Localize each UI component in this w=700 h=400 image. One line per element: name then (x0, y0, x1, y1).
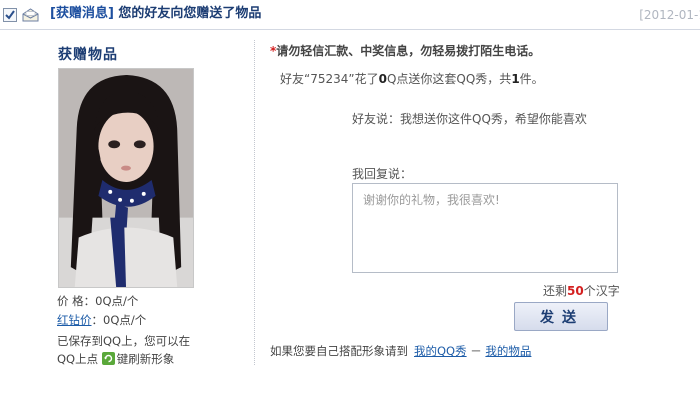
price-label: 价 格： (57, 294, 96, 308)
message-subject-text: 您的好友向您赠送了物品 (118, 6, 262, 21)
price-value: 0Q点/个 (95, 294, 139, 308)
gift-amount: 0 (378, 72, 387, 86)
outfit-hint: 如果您要自己搭配形象请到 我的QQ秀 － 我的物品 (270, 343, 531, 359)
saved-note-prefix: QQ上点 (57, 352, 99, 366)
my-items-link[interactable]: 我的物品 (485, 344, 531, 358)
outfit-hint-text: 如果您要自己搭配形象请到 (270, 344, 408, 358)
check-icon (5, 10, 15, 20)
message-date: [2012-01-1 (639, 8, 700, 22)
my-qq-show-link[interactable]: 我的QQ秀 (414, 344, 467, 358)
refresh-icon[interactable] (101, 352, 115, 365)
security-warning: *请勿轻信汇款、中奖信息，勿轻易拨打陌生电话。 (270, 42, 540, 59)
diamond-price-value: ：0Q点/个 (91, 313, 147, 327)
gift-count: 1 (511, 72, 520, 86)
envelope-icon (22, 8, 39, 22)
counter-prefix: 还剩 (543, 284, 568, 298)
message-subject: [获赠消息] 您的好友向您赠送了物品 (50, 4, 261, 24)
gift-summary-suffix: 件。 (519, 72, 544, 86)
gift-summary-middle: Q点送你这套QQ秀，共 (386, 72, 512, 86)
select-checkbox[interactable] (3, 8, 17, 22)
counter-suffix: 个汉字 (583, 284, 620, 298)
counter-number: 50 (567, 284, 584, 298)
diamond-price-line: 红钻价：0Q点/个 (57, 312, 146, 328)
reply-label: 我回复说： (352, 167, 413, 181)
gift-avatar-image (58, 68, 194, 288)
gift-title: 获赠物品 (58, 47, 118, 63)
saved-note-line1: 已保存到QQ上，您可以在 (57, 334, 191, 348)
reply-input[interactable] (352, 183, 618, 273)
price-line: 价 格：0Q点/个 (57, 293, 138, 309)
link-separator: － (470, 344, 482, 358)
gift-summary: 好友“75234”花了0Q点送你这套QQ秀，共1件。 (280, 70, 544, 87)
char-counter: 还剩50个汉字 (543, 282, 620, 299)
saved-note-suffix: 键刷新形象 (116, 352, 175, 366)
message-tag: [获赠消息] (50, 6, 114, 21)
send-button[interactable]: 发送 (514, 302, 608, 331)
gift-summary-prefix: 好友“75234”花了 (280, 72, 379, 86)
friend-message: 好友说：我想送你这件QQ秀，希望你能喜欢 (352, 112, 587, 126)
message-header: [获赠消息] 您的好友向您赠送了物品 [2012-01-1 (0, 0, 700, 30)
warning-text: 请勿轻信汇款、中奖信息，勿轻易拨打陌生电话。 (276, 44, 541, 58)
saved-note-line2: QQ上点 键刷新形象 (57, 351, 174, 367)
column-divider (254, 40, 255, 365)
diamond-price-link[interactable]: 红钻价 (57, 313, 92, 327)
